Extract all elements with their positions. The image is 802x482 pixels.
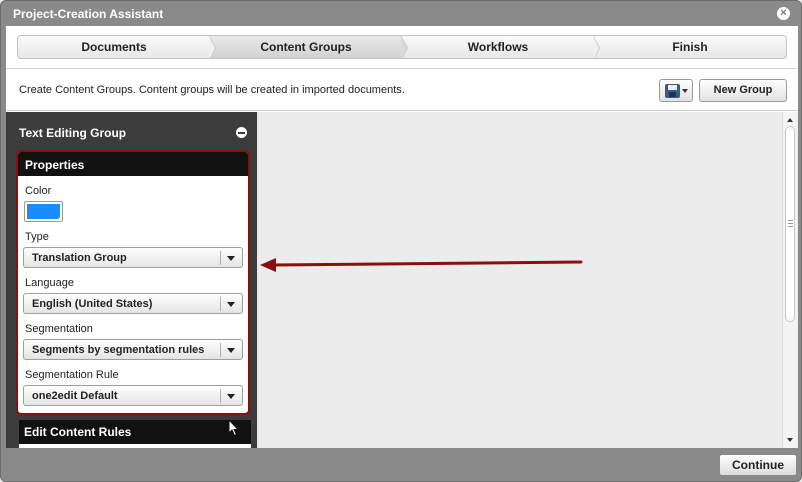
segmentation-rule-select[interactable]: one2edit Default <box>23 385 243 406</box>
language-label: Language <box>25 277 74 289</box>
scrollbar-thumb[interactable] <box>785 126 795 322</box>
step-workflows[interactable]: Workflows <box>402 36 600 58</box>
wizard-steps: Documents Content Groups Workflows Finis… <box>17 35 787 59</box>
properties-header: Properties <box>18 152 248 176</box>
collapse-icon[interactable] <box>236 127 247 138</box>
edit-content-rules-header[interactable]: Edit Content Rules <box>19 420 251 448</box>
title-bar: Project-Creation Assistant × <box>1 1 801 26</box>
continue-button[interactable]: Continue <box>719 454 797 476</box>
content-group-sidebar: Text Editing Group Properties Color Type… <box>6 112 257 448</box>
info-bar: Create Content Groups. Content groups wi… <box>6 68 798 111</box>
new-group-button[interactable]: New Group <box>699 79 787 102</box>
chevron-down-icon <box>227 256 235 261</box>
mouse-cursor-icon <box>228 419 240 437</box>
language-value: English (United States) <box>32 298 153 310</box>
dialog-body: Documents Content Groups Workflows Finis… <box>6 26 798 448</box>
segmentation-label: Segmentation <box>25 323 93 335</box>
window-title: Project-Creation Assistant <box>13 7 164 21</box>
step-finish[interactable]: Finish <box>594 36 786 58</box>
chevron-down-icon <box>227 394 235 399</box>
segmentation-rule-value: one2edit Default <box>32 390 118 402</box>
scroll-down-icon[interactable] <box>787 438 793 442</box>
footer-bar: Continue <box>1 448 801 481</box>
step-content-groups[interactable]: Content Groups <box>210 36 408 58</box>
preview-area <box>257 112 798 448</box>
segmentation-rule-label: Segmentation Rule <box>25 369 119 381</box>
type-value: Translation Group <box>32 252 127 264</box>
save-icon <box>665 84 680 98</box>
save-menu-button[interactable] <box>659 79 693 102</box>
segmentation-value: Segments by segmentation rules <box>32 344 205 356</box>
vertical-scrollbar[interactable] <box>782 112 797 448</box>
instruction-text: Create Content Groups. Content groups wi… <box>19 84 405 96</box>
color-label: Color <box>25 185 52 197</box>
close-icon[interactable]: × <box>777 7 790 20</box>
chevron-down-icon <box>227 348 235 353</box>
color-dropdown-icon <box>57 216 61 220</box>
type-label: Type <box>25 231 49 243</box>
type-select[interactable]: Translation Group <box>23 247 243 268</box>
group-title: Text Editing Group <box>19 126 127 140</box>
chevron-down-icon <box>682 89 688 93</box>
color-fill <box>27 204 60 219</box>
scroll-up-icon[interactable] <box>787 118 793 122</box>
language-select[interactable]: English (United States) <box>23 293 243 314</box>
chevron-down-icon <box>227 302 235 307</box>
step-documents[interactable]: Documents <box>18 36 216 58</box>
segmentation-select[interactable]: Segments by segmentation rules <box>23 339 243 360</box>
project-creation-dialog: Project-Creation Assistant × Documents C… <box>0 0 802 482</box>
properties-panel: Properties Color Type Translation Group … <box>16 150 250 415</box>
color-picker[interactable] <box>24 201 63 222</box>
